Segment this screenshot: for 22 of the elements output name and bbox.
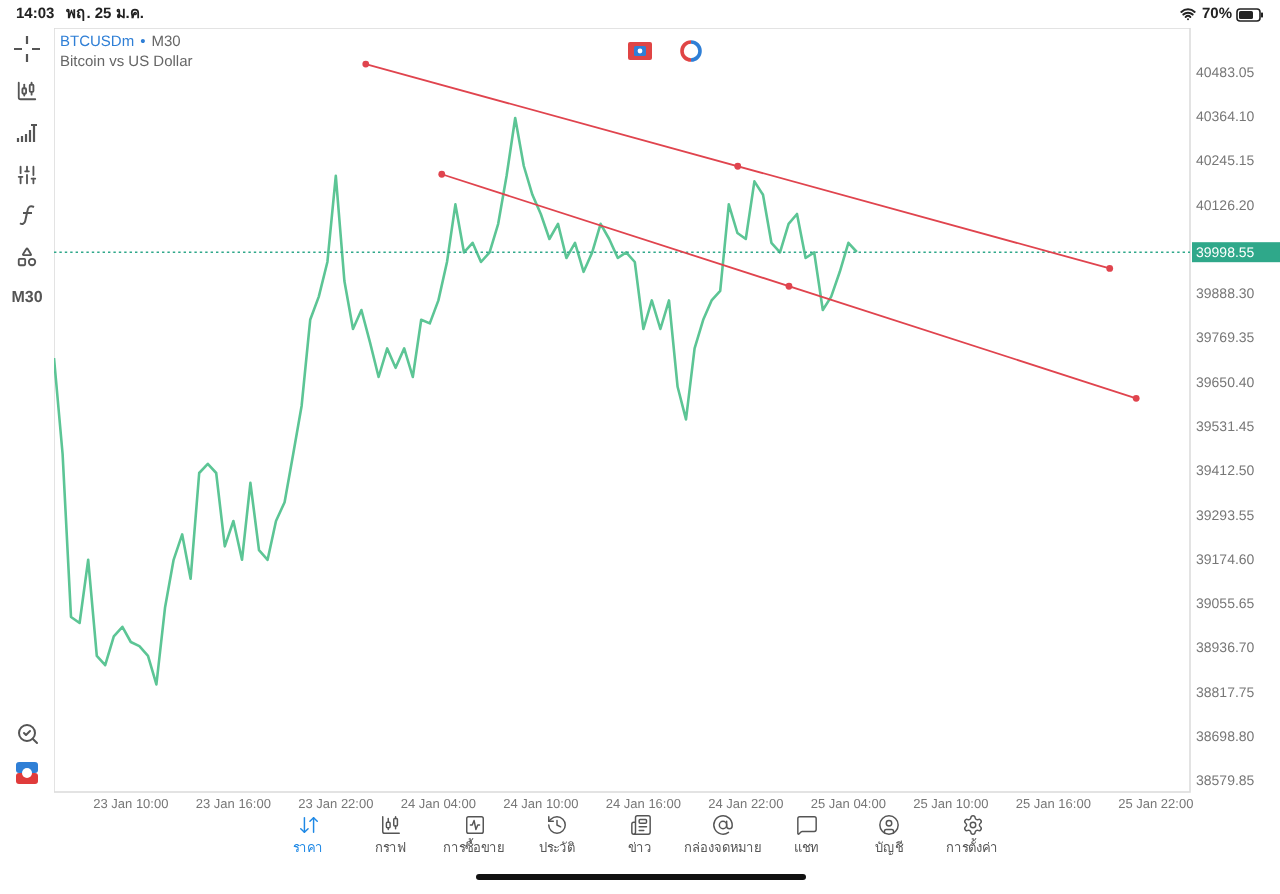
settings-icon [961,814,983,836]
logo-icon[interactable] [16,762,38,784]
at-sign-icon [712,814,734,836]
newspaper-icon [629,814,651,836]
sliders-icon[interactable] [16,164,38,186]
search-chart-icon[interactable] [15,722,39,746]
bar-chart-icon[interactable] [16,122,38,144]
swap-arrows-icon [297,814,319,836]
ring-icon[interactable] [680,40,702,62]
candlestick-icon[interactable] [16,80,38,102]
function-icon[interactable] [17,204,37,226]
history-icon [546,814,568,836]
wifi-icon [1179,6,1196,22]
timeframe-button[interactable]: M30 [11,286,43,310]
shapes-icon[interactable] [16,246,38,268]
current-price-badge [1192,242,1280,263]
line-chart-icon [463,814,485,836]
user-icon [878,814,900,836]
battery-icon [1236,7,1264,21]
crosshair-icon[interactable] [14,36,40,62]
chat-bubble-icon [795,814,817,836]
candlestick-icon [380,814,402,836]
